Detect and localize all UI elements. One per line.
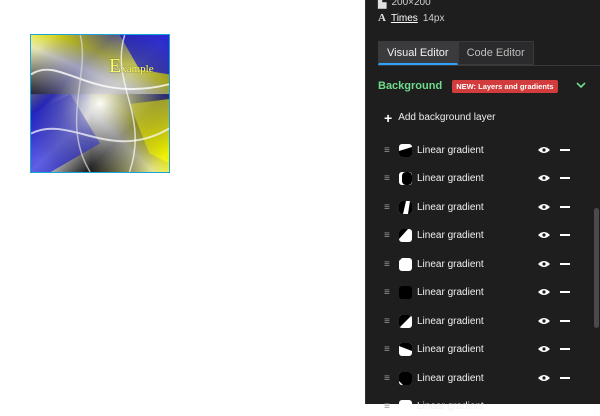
plus-icon: +: [384, 109, 393, 126]
layer-label: Linear gradient: [417, 400, 484, 412]
tab-code-editor[interactable]: Code Editor: [457, 41, 534, 65]
remove-layer-button[interactable]: [560, 377, 570, 379]
layer-label: Linear gradient: [417, 286, 484, 298]
tab-divider: [378, 65, 600, 66]
layer-row[interactable]: ≡ Linear gradient: [384, 140, 570, 160]
gradient-thumbnail: [399, 257, 412, 271]
preview-example-text: Example: [109, 55, 154, 77]
gradient-thumbnail: [399, 228, 412, 242]
font-icon: A: [378, 12, 386, 24]
gradient-thumbnail: [399, 371, 412, 385]
gradient-thumbnail: [399, 171, 412, 185]
eye-icon[interactable]: [538, 230, 550, 240]
layer-row[interactable]: ≡ Linear gradient: [384, 254, 570, 274]
drag-handle-icon[interactable]: ≡: [384, 259, 392, 270]
drag-handle-icon[interactable]: ≡: [384, 173, 392, 184]
eye-icon[interactable]: [538, 373, 550, 383]
gradient-thumbnail: [399, 143, 412, 157]
section-title: Background: [378, 80, 443, 92]
drag-handle-icon[interactable]: ≡: [384, 401, 392, 412]
drag-handle-icon[interactable]: ≡: [384, 145, 392, 156]
remove-layer-button[interactable]: [560, 320, 570, 322]
editor-panel: ▙ 200×200 A Times 14px Visual Editor Cod…: [365, 0, 600, 413]
layer-label: Linear gradient: [417, 258, 484, 270]
ruler-icon: ▙: [378, 0, 387, 9]
layer-row[interactable]: ≡ Linear gradient: [384, 225, 570, 245]
drag-handle-icon[interactable]: ≡: [384, 373, 392, 384]
font-row: A Times 14px: [378, 12, 445, 24]
remove-layer-button[interactable]: [560, 348, 570, 350]
layer-row[interactable]: ≡ Linear gradient: [384, 282, 570, 302]
layer-label: Linear gradient: [417, 315, 484, 327]
remove-layer-button[interactable]: [560, 291, 570, 293]
layer-label: Linear gradient: [417, 144, 484, 156]
eye-icon[interactable]: [538, 344, 550, 354]
eye-icon[interactable]: [538, 202, 550, 212]
tab-visual-editor[interactable]: Visual Editor: [378, 41, 458, 65]
layer-row[interactable]: ≡ Linear gradient: [384, 339, 570, 359]
gradient-thumbnail: [399, 399, 412, 413]
font-name-link[interactable]: Times: [391, 13, 418, 24]
remove-layer-button[interactable]: [560, 149, 570, 151]
layer-row[interactable]: ≡ Linear gradient: [384, 168, 570, 188]
drag-handle-icon[interactable]: ≡: [384, 287, 392, 298]
layer-label: Linear gradient: [417, 372, 484, 384]
add-background-layer-button[interactable]: + Add background layer: [384, 109, 496, 126]
gradient-thumbnail: [399, 285, 412, 299]
eye-icon[interactable]: [538, 287, 550, 297]
drag-handle-icon[interactable]: ≡: [384, 316, 392, 327]
layer-row[interactable]: ≡ Linear gradient: [384, 396, 570, 416]
gradient-thumbnail: [399, 342, 412, 356]
gradient-thumbnail: [399, 200, 412, 214]
layer-label: Linear gradient: [417, 201, 484, 213]
remove-layer-button[interactable]: [560, 206, 570, 208]
layer-label: Linear gradient: [417, 229, 484, 241]
eye-icon[interactable]: [538, 145, 550, 155]
background-section-header[interactable]: Background NEW: Layers and gradients: [378, 78, 588, 94]
remove-layer-button[interactable]: [560, 234, 570, 236]
gradient-thumbnail: [399, 314, 412, 328]
drag-handle-icon[interactable]: ≡: [384, 202, 392, 213]
eye-icon[interactable]: [538, 173, 550, 183]
remove-layer-button[interactable]: [560, 263, 570, 265]
add-layer-label: Add background layer: [398, 112, 496, 123]
font-size-value: 14px: [422, 12, 445, 24]
layer-row[interactable]: ≡ Linear gradient: [384, 197, 570, 217]
editor-tabs: Visual Editor Code Editor: [378, 41, 534, 65]
layer-label: Linear gradient: [417, 172, 484, 184]
preview-canvas: Example: [30, 34, 170, 173]
chevron-down-icon[interactable]: [574, 78, 588, 92]
layer-row[interactable]: ≡ Linear gradient: [384, 311, 570, 331]
eye-icon[interactable]: [538, 259, 550, 269]
layer-label: Linear gradient: [417, 343, 484, 355]
drag-handle-icon[interactable]: ≡: [384, 344, 392, 355]
drag-handle-icon[interactable]: ≡: [384, 230, 392, 241]
size-row: ▙ 200×200: [378, 0, 431, 9]
layer-row[interactable]: ≡ Linear gradient: [384, 368, 570, 388]
eye-icon[interactable]: [538, 316, 550, 326]
scrollbar-thumb[interactable]: [594, 208, 599, 328]
size-value: 200×200: [391, 0, 431, 8]
remove-layer-button[interactable]: [560, 177, 570, 179]
new-badge: NEW: Layers and gradients: [452, 79, 558, 93]
